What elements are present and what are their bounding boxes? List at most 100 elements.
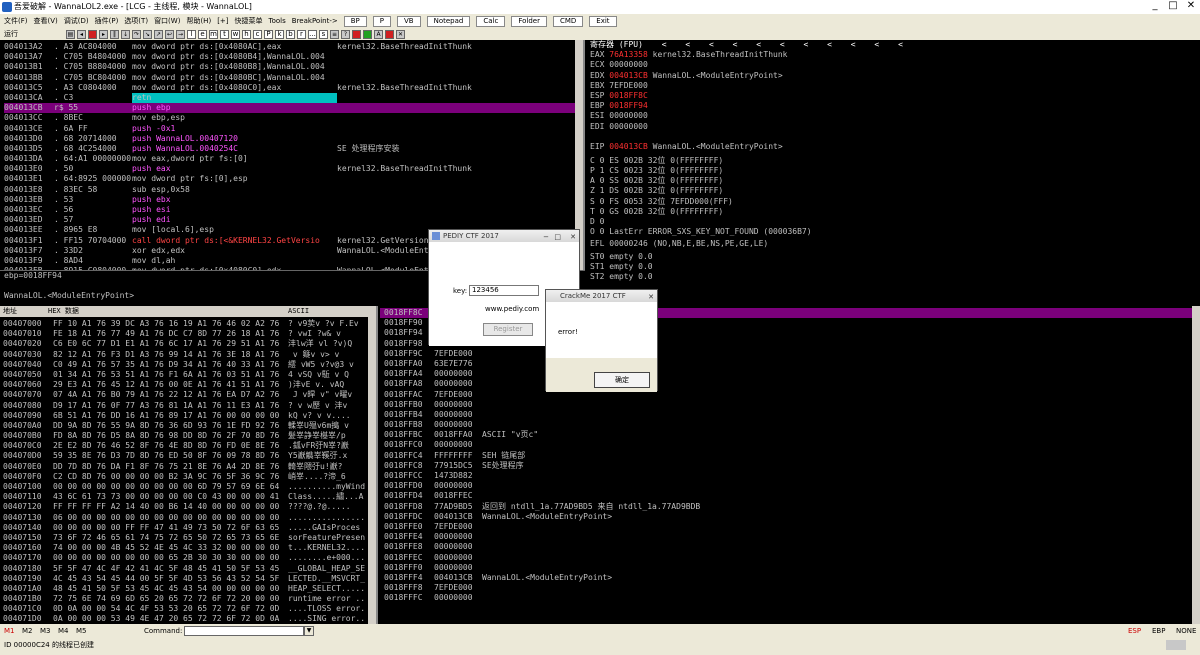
disasm-row[interactable]: 004013D5 . 68 4C254000 push WannaLOL.00402… [4,144,583,154]
tab-m2[interactable]: M2 [22,627,40,635]
stack-row[interactable]: 0018FFFC 00000000 [384,593,1200,603]
dump-row[interactable]: 00407000 FF 10 A1 76 39 DC A3 76 16 19 A1… [3,319,376,329]
stack-row[interactable]: 0018FFA4 00000000 [384,369,1200,379]
toolbar-l-button[interactable]: l [187,29,196,39]
toolbar-t-button[interactable]: t [220,29,229,39]
exit-button[interactable]: Exit [589,15,617,27]
execute-till-return-icon[interactable]: ↩ [165,29,174,39]
disasm-row[interactable]: 004013B1 . C705 B8804000 mov dword ptr ds:… [4,62,583,72]
menu-file[interactable]: 文件(F) [4,16,28,26]
flag-row[interactable]: D 0 [590,217,1200,227]
stack-row[interactable]: 0018FFC0 00000000 [384,440,1200,450]
options-icon[interactable]: ≡ [330,29,339,39]
register-row[interactable]: EBP 0018FF94 [590,101,1200,111]
disasm-row[interactable]: 004013DA . 64:A1 00000000mov eax,dword pt… [4,154,583,164]
toolbar-e-button[interactable]: e [198,29,207,39]
close-button[interactable]: ✕ [1182,0,1200,14]
trace-over-icon[interactable]: ↗ [154,29,163,39]
dump-row[interactable]: 00407060 29 E3 A1 76 45 12 A1 76 00 0E A1… [3,380,376,390]
flag-row[interactable]: S 0 FS 0053 32位 7EFDD000(FFF) [590,197,1200,207]
menu-window[interactable]: 窗口(W) [154,16,180,26]
help-icon[interactable]: ? [341,29,350,39]
cmd-button[interactable]: CMD [552,15,584,27]
vb-button[interactable]: VB [396,15,421,27]
stack-row[interactable]: 0018FFD8 77AD9BD5 返回到 ntdll_1a.77AD9BD5 来自… [384,502,1200,512]
register-row[interactable]: EDX 004013CB WannaLOL.<ModuleEntryPoint> [590,71,1200,81]
dump-row[interactable]: 004070A0 DD 9A 8D 76 55 9A 8D 76 36 6D 93… [3,421,376,431]
register-row[interactable]: ESP 0018FF8C [590,91,1200,101]
registers-arrows[interactable]: < < < < < < < < < < < [662,40,903,49]
dump-row[interactable]: 00407120 FF FF FF FF A2 14 40 00 B6 14 40… [3,502,376,512]
tab-m5[interactable]: M5 [76,627,94,635]
maximize-button[interactable]: □ [1164,0,1182,14]
stack-row[interactable]: 0018FFB8 00000000 [384,420,1200,430]
plugin-green-icon[interactable] [363,29,372,39]
disasm-row[interactable]: 004013A7 . C705 B4804000 mov dword ptr ds:… [4,52,583,62]
toolbar-b-button[interactable]: b [286,29,295,39]
dump-row[interactable]: 00407090 6B 51 A1 76 DD 16 A1 76 89 17 A1… [3,411,376,421]
dump-row[interactable]: 00407030 82 12 A1 76 F3 D1 A3 76 99 14 A1… [3,350,376,360]
toolbar-c-button[interactable]: c [253,29,262,39]
dump-row[interactable]: 00407180 5F 5F 47 4C 4F 42 41 4C 5F 48 45… [3,564,376,574]
go-to-icon[interactable]: → [176,29,185,39]
disasm-row[interactable]: 004013E8 . 83EC 58 sub esp,0x58 [4,185,583,195]
dump-row[interactable]: 00407020 C6 E0 6C 77 D1 E1 A1 76 6C 17 A1… [3,339,376,349]
bp-button[interactable]: BP [343,15,367,27]
pause-icon[interactable]: ‖ [110,29,119,39]
disasm-row[interactable]: 004013CC . 8BEC mov ebp,esp [4,113,583,123]
toolbar-r-button[interactable]: r [297,29,306,39]
stack-row[interactable]: 0018FFF8 7EFDE000 [384,583,1200,593]
notepad-button[interactable]: Notepad [426,15,471,27]
dump-row[interactable]: 00407040 C0 49 A1 76 57 35 A1 76 D9 34 A1… [3,360,376,370]
disasm-row[interactable]: 004013C5 . A3 C0804000 mov dword ptr ds:[0… [4,83,583,93]
dump-pane[interactable]: 地址 HEX 数据 ASCII 00407000 FF 10 A1 76 39 D… [0,306,378,624]
stack-row[interactable]: 0018FFE4 00000000 [384,532,1200,542]
stack-row[interactable]: 0018FFF4 004013CB WannaLOL.<ModuleEntryPoi… [384,573,1200,583]
toolbar-s-button[interactable]: s [319,29,328,39]
flag-row[interactable]: A 0 SS 002B 32位 0(FFFFFFFF) [590,176,1200,186]
step-over-icon[interactable]: ↷ [132,29,141,39]
command-dropdown-icon[interactable]: ▼ [304,625,314,636]
dump-row[interactable]: 004071B0 72 75 6E 74 69 6D 65 20 65 72 72… [3,594,376,604]
stack-row[interactable]: 0018FF9C 7EFDE000 [384,349,1200,359]
dump-row[interactable]: 004071D0 0A 00 00 00 53 49 4E 47 20 65 72… [3,614,376,624]
disasm-row[interactable]: 004013EC . 56 push esi [4,205,583,215]
disasm-row[interactable]: 004013E1 . 64:8925 000000mov dword ptr fs… [4,174,583,184]
disasm-row[interactable]: 004013E0 . 50 push eax kernel32.BaseThreadI… [4,164,583,174]
run-icon[interactable]: ▸ [99,29,108,39]
toolbar-dots-button[interactable]: ... [308,29,317,39]
menu-plus[interactable]: [+] [217,17,228,25]
stack-row[interactable]: 0018FFD4 0018FFEC [384,491,1200,501]
tab-m3[interactable]: M3 [40,627,58,635]
stack-row[interactable]: 0018FFF0 00000000 [384,563,1200,573]
trace-into-icon[interactable]: ↘ [143,29,152,39]
menu-options[interactable]: 选项(T) [124,16,148,26]
stack-row[interactable]: 0018FFB4 00000000 [384,410,1200,420]
stack-row[interactable]: 0018FFE0 7EFDE000 [384,522,1200,532]
disasm-row[interactable]: 004013BB . C705 BC804000 mov dword ptr ds:… [4,73,583,83]
dump-row[interactable]: 004070E0 DD 7D 8D 76 DA F1 8F 76 75 21 8E… [3,462,376,472]
dump-row[interactable]: 00407080 D9 17 A1 76 0F 77 A3 76 81 1A A1… [3,401,376,411]
dump-row[interactable]: 004070B0 FD 8A 8D 76 D5 8A 8D 76 98 DD 8D… [3,431,376,441]
stack-row[interactable]: 0018FFE8 00000000 [384,542,1200,552]
stop-icon[interactable] [88,29,97,39]
disasm-row[interactable]: 004013CE . 6A FF push -0x1 [4,124,583,134]
disasm-row[interactable]: 004013ED . 57 push edi [4,215,583,225]
ok-button[interactable]: 确定 [594,372,650,388]
dump-row[interactable]: 00407110 43 6C 61 73 73 00 00 00 00 00 C0… [3,492,376,502]
esp-label[interactable]: ESP [1128,627,1152,635]
dump-row[interactable]: 00407140 00 00 00 00 00 FF FF 47 41 49 73… [3,523,376,533]
plugin-red-icon[interactable] [352,29,361,39]
ebp-label[interactable]: EBP [1152,627,1176,635]
menu-debug[interactable]: 调试(D) [64,16,89,26]
disasm-row[interactable]: 004013D0 . 68 20714000 push WannaLOL.00407… [4,134,583,144]
register-eip[interactable]: EIP 004013CB WannaLOL.<ModuleEntryPoint> [588,142,1200,152]
key-input[interactable]: 123456 [469,285,539,296]
dump-row[interactable]: 00407160 74 00 00 00 4B 45 52 4E 45 4C 33… [3,543,376,553]
register-row[interactable]: ESI 00000000 [590,111,1200,121]
stack-row[interactable]: 0018FFC8 77915DC5 SE处理程序 [384,461,1200,471]
disasm-row[interactable]: 004013EB . 53 push ebx [4,195,583,205]
menu-plugins[interactable]: 插件(P) [95,16,119,26]
stack-row[interactable]: 0018FFC4 FFFFFFFF SEH 链尾部 [384,451,1200,461]
stack-row[interactable]: 0018FFA8 00000000 [384,379,1200,389]
